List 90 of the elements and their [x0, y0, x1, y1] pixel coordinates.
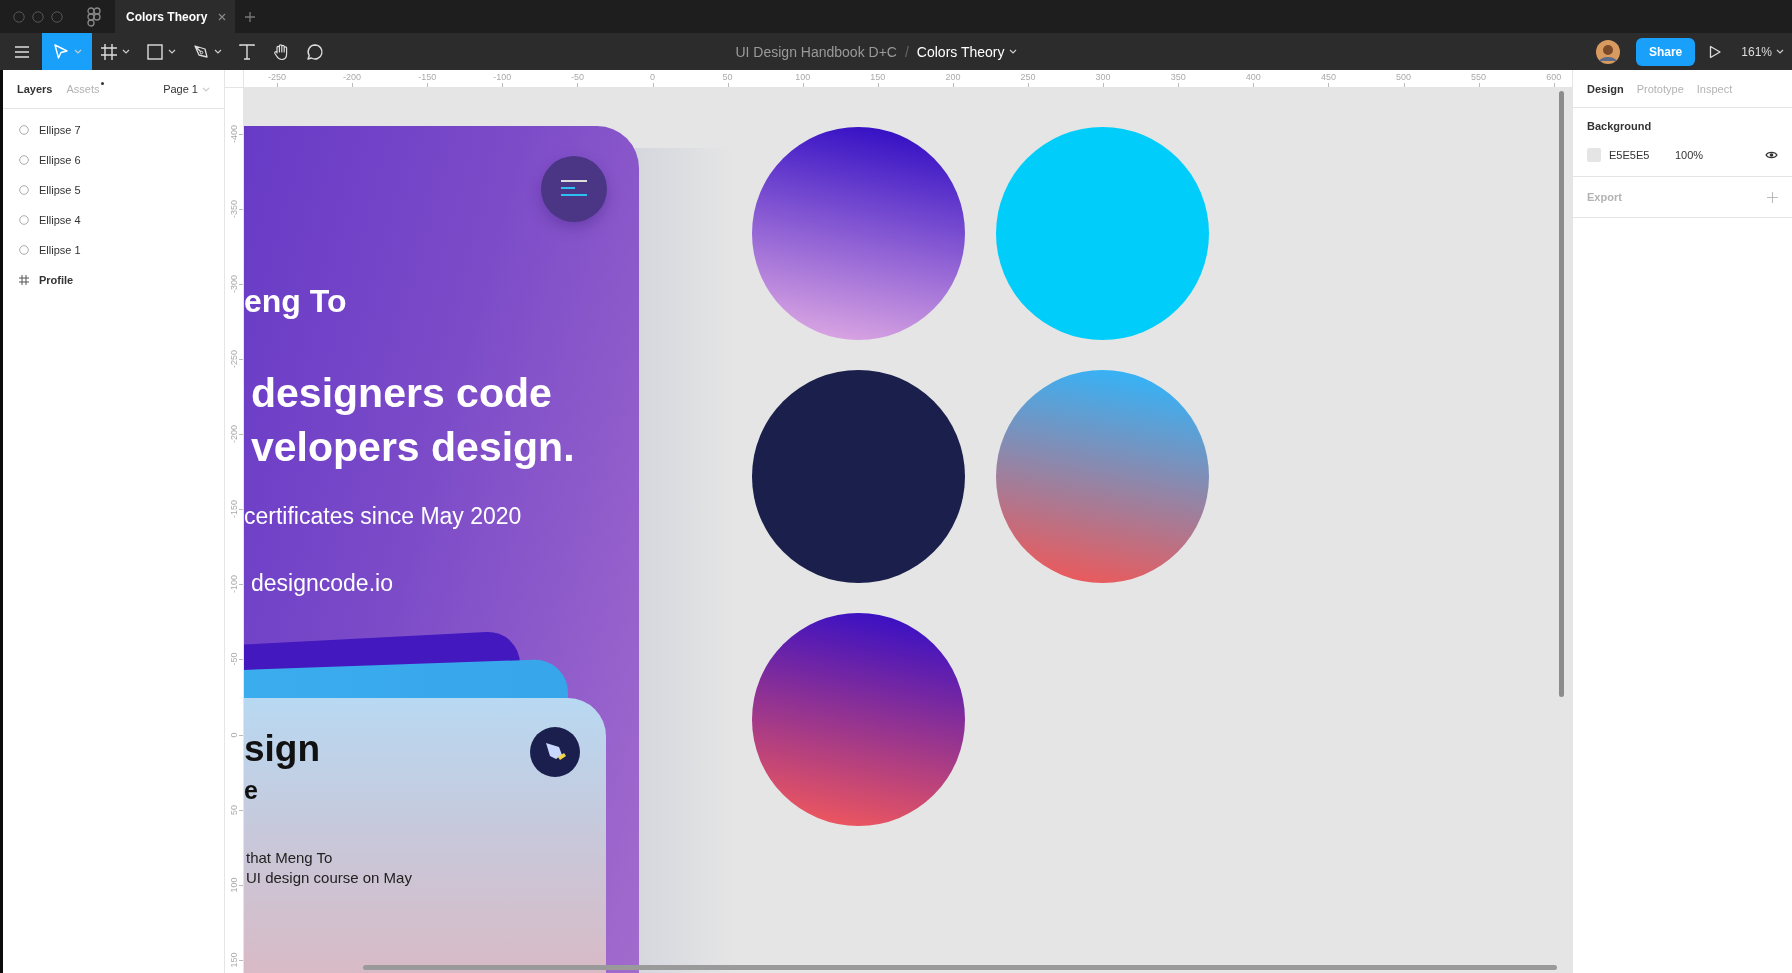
- caret-icon: [202, 86, 210, 92]
- panel-tab[interactable]: Layers: [17, 83, 53, 95]
- color-swatch[interactable]: [1587, 148, 1601, 162]
- ellipse-icon: [19, 185, 29, 195]
- play-icon[interactable]: [1709, 44, 1722, 59]
- ruler-label: -350: [229, 199, 239, 218]
- ruler-label: 0: [650, 72, 655, 82]
- pen-nib-icon: [529, 726, 581, 778]
- ruler-label: 150: [229, 952, 239, 968]
- menu-icon: [559, 179, 589, 199]
- avatar[interactable]: [1595, 39, 1620, 64]
- headline-text: designers code: [251, 369, 553, 418]
- name-text: eng To: [244, 283, 347, 320]
- file-tab[interactable]: Colors Theory: [115, 0, 235, 33]
- file-name[interactable]: UI Design Handbook D+C: [735, 43, 897, 60]
- ruler-label: 50: [229, 804, 239, 815]
- ruler-label: -100: [493, 72, 512, 82]
- zoom-menu[interactable]: 161%: [1741, 44, 1784, 59]
- section-title: Export: [1587, 191, 1622, 203]
- close-icon[interactable]: [218, 12, 226, 21]
- body-text: that Meng To: [246, 848, 334, 868]
- menu-button[interactable]: [541, 156, 607, 222]
- comment-icon: [306, 42, 324, 61]
- ruler-label: -250: [229, 350, 239, 368]
- caret-icon: [168, 49, 176, 54]
- ruler-label: 100: [795, 72, 811, 82]
- ruler-label: -300: [229, 274, 239, 293]
- ruler-label: 400: [1245, 72, 1261, 82]
- body-text: UI design course on May: [246, 868, 412, 888]
- scrollbar[interactable]: [363, 965, 1557, 970]
- pen-icon: [192, 42, 210, 61]
- ruler-label: -200: [229, 425, 239, 444]
- panel-tab[interactable]: Design: [1587, 82, 1624, 95]
- ruler-label: 500: [1396, 72, 1411, 82]
- ruler-label: 600: [1546, 72, 1562, 82]
- ruler-label: -200: [343, 72, 362, 82]
- layer-item[interactable]: Ellipse 1: [3, 235, 224, 265]
- headline-text: velopers design.: [251, 423, 575, 472]
- ruler-label: 0: [229, 732, 239, 737]
- logo-icon[interactable]: [87, 6, 101, 27]
- ruler-label: -50: [229, 652, 239, 666]
- subtitle-text: certificates since May 2020: [244, 503, 522, 530]
- course-subtitle: e: [244, 776, 258, 805]
- page-selector[interactable]: Page 1: [163, 83, 210, 95]
- eye-icon[interactable]: [1765, 150, 1778, 160]
- ellipse-icon: [19, 125, 29, 135]
- layer-item[interactable]: Profile: [3, 265, 224, 295]
- plus-icon[interactable]: [244, 10, 256, 23]
- ruler-label: 150: [870, 72, 886, 82]
- scrollbar[interactable]: [1559, 91, 1564, 697]
- ruler-label: 200: [945, 72, 961, 82]
- page-title-menu[interactable]: Colors Theory: [916, 43, 1017, 60]
- ruler-label: -150: [418, 72, 437, 82]
- rectangle-icon: [146, 42, 164, 61]
- color-value[interactable]: E5E5E5: [1609, 149, 1675, 161]
- layer-item[interactable]: Ellipse 4: [3, 205, 224, 235]
- ruler-label: 300: [1095, 72, 1111, 82]
- text-icon: [238, 42, 256, 61]
- ruler-label: 50: [722, 72, 733, 82]
- ruler-label: 100: [229, 877, 239, 893]
- ruler-label: 450: [1320, 72, 1336, 82]
- ruler-label: -150: [229, 500, 239, 519]
- caret-icon: [214, 49, 222, 54]
- frame-icon: [100, 42, 118, 61]
- ellipse-icon: [19, 215, 29, 225]
- breadcrumb-separator: /: [904, 43, 909, 60]
- section-title: Background: [1587, 120, 1653, 132]
- hand-icon: [272, 42, 290, 61]
- link-text: designcode.io: [251, 570, 393, 597]
- opacity-value[interactable]: 100%: [1675, 149, 1704, 161]
- caret-icon: [1776, 49, 1784, 54]
- caret-icon: [1008, 49, 1017, 54]
- frame-icon: [19, 275, 29, 285]
- layer-item[interactable]: Ellipse 7: [3, 115, 224, 145]
- ruler-label: 350: [1170, 72, 1186, 82]
- caret-icon: [74, 49, 82, 54]
- ellipse-icon: [19, 155, 29, 165]
- ruler-label: -400: [229, 124, 239, 143]
- layer-item[interactable]: Ellipse 6: [3, 145, 224, 175]
- ruler-label: -250: [268, 72, 286, 82]
- menu-icon[interactable]: [14, 45, 30, 58]
- ellipse-icon: [19, 245, 29, 255]
- caret-icon: [122, 49, 130, 54]
- ruler-label: -50: [570, 72, 584, 82]
- course-title: sign: [244, 728, 321, 770]
- cursor-icon: [52, 42, 70, 61]
- ruler-label: 550: [1471, 72, 1487, 82]
- ruler-label: 250: [1020, 72, 1036, 82]
- layer-item[interactable]: Ellipse 5: [3, 175, 224, 205]
- ruler-label: -100: [229, 575, 239, 594]
